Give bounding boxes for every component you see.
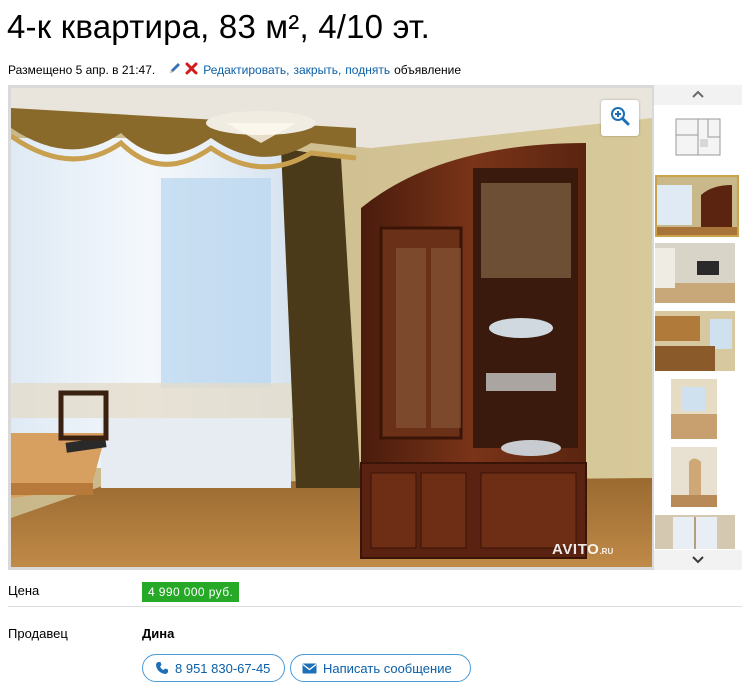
- seller-name: Дина: [142, 626, 175, 641]
- write-message-label: Написать сообщение: [323, 660, 452, 676]
- listing-meta: Размещено 5 апр. в 21:47. Редактировать …: [8, 61, 461, 78]
- listing-word: объявление: [394, 62, 462, 77]
- thumbnail-kitchen[interactable]: [655, 311, 735, 371]
- thumbnail-hallway[interactable]: [671, 447, 717, 507]
- thumbs-scroll-down[interactable]: [654, 550, 742, 570]
- thumbnail-window[interactable]: [655, 515, 735, 549]
- divider: [8, 606, 742, 607]
- listing-title: 4-к квартира, 83 м², 4/10 эт.: [7, 8, 430, 45]
- thumbs-scroll-up[interactable]: [654, 85, 742, 105]
- chevron-up-icon: [691, 86, 705, 104]
- phone-number: 8 951 830-67-45: [175, 660, 271, 676]
- close-x-icon[interactable]: [185, 62, 198, 78]
- zoom-in-icon: [610, 106, 630, 131]
- write-message-button[interactable]: Написать сообщение: [290, 654, 471, 682]
- chevron-down-icon: [691, 551, 705, 569]
- close-link[interactable]: закрыть: [293, 63, 337, 77]
- thumbnail-room-tv[interactable]: [655, 243, 735, 303]
- separator: ,: [337, 62, 342, 77]
- price-badge: 4 990 000 руб.: [142, 582, 240, 602]
- phone-button[interactable]: 8 951 830-67-45: [142, 654, 285, 682]
- price-label: Цена: [8, 583, 40, 598]
- main-photo[interactable]: [8, 85, 655, 570]
- thumbnail-living-room-selected[interactable]: [655, 175, 739, 237]
- zoom-button[interactable]: [601, 100, 639, 136]
- phone-icon: [155, 661, 169, 675]
- seller-label: Продавец: [8, 626, 68, 641]
- action-icons: [168, 61, 198, 78]
- thumbnail-kitchen-window[interactable]: [671, 379, 717, 439]
- envelope-icon: [302, 663, 317, 674]
- edit-link[interactable]: Редактировать: [203, 63, 286, 77]
- thumbnail-strip: [654, 85, 742, 570]
- pencil-icon[interactable]: [168, 61, 182, 78]
- avito-watermark: AVITO.RU: [552, 541, 614, 558]
- separator: ,: [286, 62, 290, 77]
- raise-link[interactable]: поднять: [345, 63, 390, 77]
- posted-date: Размещено 5 апр. в 21:47.: [8, 62, 156, 77]
- thumbnail-floor-plan[interactable]: [668, 107, 728, 167]
